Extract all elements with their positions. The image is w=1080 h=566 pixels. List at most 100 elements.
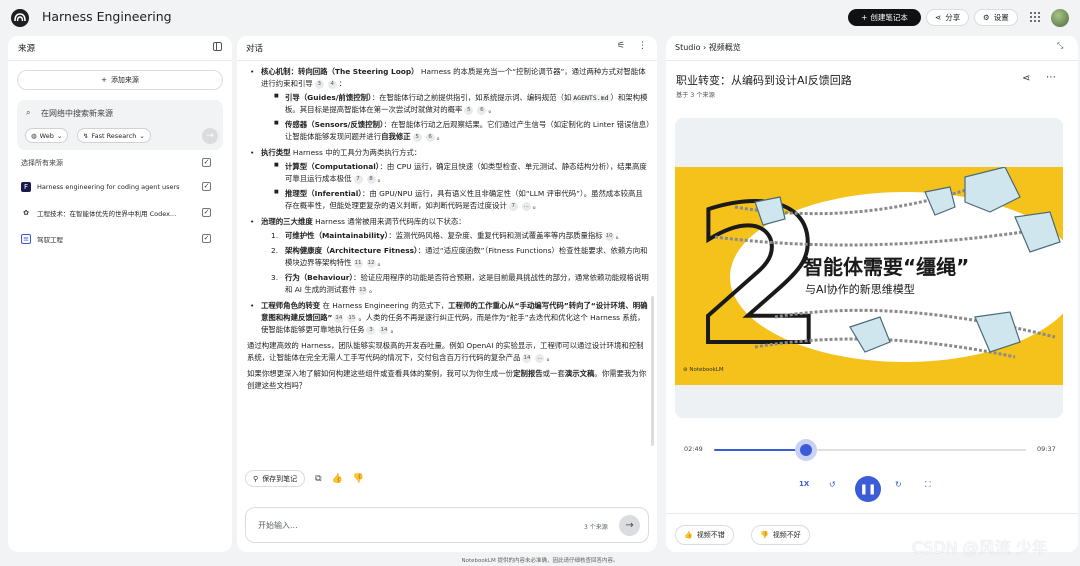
collapse-icon[interactable]: ⤡ [1057,41,1063,51]
research-mode-dropdown[interactable]: ↯ Fast Research ⌄ [77,128,151,143]
source-item-label: 工程技术：在智能体优先的世界中利用 Codex... [37,210,177,218]
save-to-note-button[interactable]: ⚲ 保存到笔记 [245,470,306,487]
plus-icon: + [101,76,107,84]
progress-track[interactable] [714,449,1026,451]
citation-ref[interactable]: 3 [366,325,376,335]
thumbs-down-icon[interactable]: 👎 [353,474,364,484]
avatar[interactable] [1051,9,1069,27]
search-input[interactable]: 在网络中搜索新来源 [41,108,113,119]
source-item[interactable]: F Harness engineering for coding agent u… [21,180,196,194]
send-button[interactable]: → [619,515,640,536]
select-all-label: 选择所有来源 [21,159,63,167]
citation-ref[interactable]: 6 [477,105,487,115]
file-icon: F [21,182,31,192]
citation-ref[interactable]: 15 [347,313,357,323]
citation-ref[interactable]: 11 [353,258,363,268]
source-checkbox[interactable]: ✓ [202,208,211,217]
citation-ref[interactable]: 12 [366,258,376,268]
sub-bullet: 计算型（Computational）：由 CPU 运行，确定且快速（如类型检查、… [271,161,650,185]
chat-input-box[interactable]: 开始输入... 3 个来源 → [245,507,649,543]
globe-icon: ◍ [31,131,37,140]
bullet-title: 治理的三大维度 [261,216,313,226]
studio-panel: Studio › 视频概览 ⤡ 职业转变：从编码到设计AI反馈回路 基于 3 个… [666,36,1078,552]
dislike-video-button[interactable]: 👎 视频不好 [751,525,810,545]
notebook-title[interactable]: Harness Engineering [42,9,172,24]
sub-bullet: 引导（Guides/前馈控制）：在智能体行动之前提供指引，如系统提示词、编码规范… [271,92,650,116]
settings-button[interactable]: ⚙ 设置 [974,9,1018,26]
fullscreen-icon[interactable]: ⛶ [925,480,931,490]
citation-ref[interactable]: 5 [412,132,422,142]
paragraph-text: 或一套 [542,368,565,378]
tune-icon[interactable]: ⚟ [617,41,625,51]
video-player[interactable]: 2 智能体需要“缰绳” 与AI协作的新思维模型 ⊛ NotebookLM [675,118,1063,418]
more-vert-icon[interactable]: ⋮ [638,41,647,51]
sources-title: 来源 [18,44,36,54]
source-checkbox[interactable]: ✓ [202,182,211,191]
bullet-title: 工程师角色的转变 [261,300,321,310]
item-title: 架构健康度（Architecture Fitness） [285,245,418,255]
chevron-down-icon: ⌄ [56,131,63,140]
breadcrumb-studio[interactable]: Studio [675,43,700,52]
submit-search-button[interactable]: → [202,128,218,144]
thumbs-up-icon[interactable]: 👍 [332,474,343,484]
citation-ref[interactable]: 8 [366,174,376,184]
summary-paragraph: 通过构建高效的 Harness，团队能够实现极高的开发吞吐量。例如 OpenAI… [247,340,644,363]
chat-input[interactable]: 开始输入... [258,520,298,531]
more-horiz-icon[interactable]: ⋯ [1046,72,1056,83]
progress-handle[interactable] [794,439,817,461]
citation-ref[interactable]: 14 [522,353,532,363]
source-item[interactable]: ✿ 工程技术：在智能体优先的世界中利用 Codex... [21,206,196,220]
citation-ref[interactable]: 7 [353,174,363,184]
gear-icon: ⚙ [983,13,990,22]
arrow-right-icon: → [625,520,634,531]
video-subtitle: 基于 3 个来源 [676,92,715,99]
bullet-governance: 治理的三大维度 Harness 通常被用来调节代码库的以下状态： 1. 可维护性（… [247,216,650,296]
citation-ref[interactable]: 3 [314,79,324,89]
share-button[interactable]: ⋖ 分享 [926,9,970,26]
create-notebook-button[interactable]: + 创建笔记本 [848,9,921,26]
source-checkbox[interactable]: ✓ [202,234,211,243]
web-source-dropdown[interactable]: ◍ Web ⌄ [25,128,69,143]
forward-10-icon[interactable]: ↻ [895,480,902,489]
doc-icon: ≡ [21,234,31,244]
share-icon[interactable]: ⋖ [1022,73,1030,84]
citation-ref[interactable]: 14 [379,325,389,335]
time-current: 02:49 [684,445,703,453]
scrollbar[interactable] [651,296,654,446]
apps-grid-icon[interactable] [1030,12,1040,22]
create-notebook-label: 创建笔记本 [870,13,908,22]
source-item[interactable]: ≡ 驾驭工程 [21,232,196,246]
citation-ref[interactable]: 6 [425,132,435,142]
item-number: 3. [271,272,279,282]
bullet-role-shift: 工程师角色的转变 在 Harness Engineering 的范式下，工程师的… [247,300,650,336]
citation-ref[interactable]: 5 [464,105,474,115]
add-source-button[interactable]: + 添加来源 [17,70,223,90]
citation-ref[interactable]: 7 [508,201,518,211]
item-title: 可维护性（Maintainability） [285,230,389,240]
citation-ref[interactable]: 13 [358,285,368,295]
plus-icon: + [861,13,868,22]
sub-bullet-text: ：在智能体行动之前提供指引，如系统提示词、编码规范（如 [371,92,572,102]
citation-ref[interactable]: 14 [334,313,344,323]
inline-code: AGENTS.md [571,93,611,102]
numbered-item: 3. 行为（Behaviour）：验证应用程序的功能是否符合预期，这是目前最具挑战… [271,272,649,295]
citation-ref[interactable]: ... [535,353,545,363]
sub-bullet: 传感器（Sensors/反馈控制）：在智能体行动之后观察结果。它们通过产生信号（… [271,119,650,143]
rewind-10-icon[interactable]: ↺ [829,480,836,489]
citation-ref[interactable]: 10 [604,231,614,241]
citation-ref[interactable]: 4 [327,79,337,89]
collapse-panel-icon[interactable] [213,42,222,51]
share-label: 分享 [945,13,961,22]
like-video-button[interactable]: 👍 视频不错 [675,525,734,545]
notebooklm-logo-icon[interactable] [11,9,29,27]
citation-ref[interactable]: ... [521,201,531,211]
pause-button[interactable]: ❚❚ [855,476,881,502]
bullet-title: 执行类型 [261,147,291,157]
copy-icon[interactable]: ⧉ [315,474,321,484]
item-number: 2. [271,245,279,255]
chat-panel: 对话 ⚟ ⋮ 核心机制：转向回路（The Steering Loop） Harn… [237,36,657,552]
chat-title: 对话 [246,44,264,54]
playback-speed-button[interactable]: 1X [799,480,809,488]
select-all-checkbox[interactable]: ✓ [202,158,211,167]
thumbnail-subheadline: 与AI协作的新思维模型 [805,283,915,296]
